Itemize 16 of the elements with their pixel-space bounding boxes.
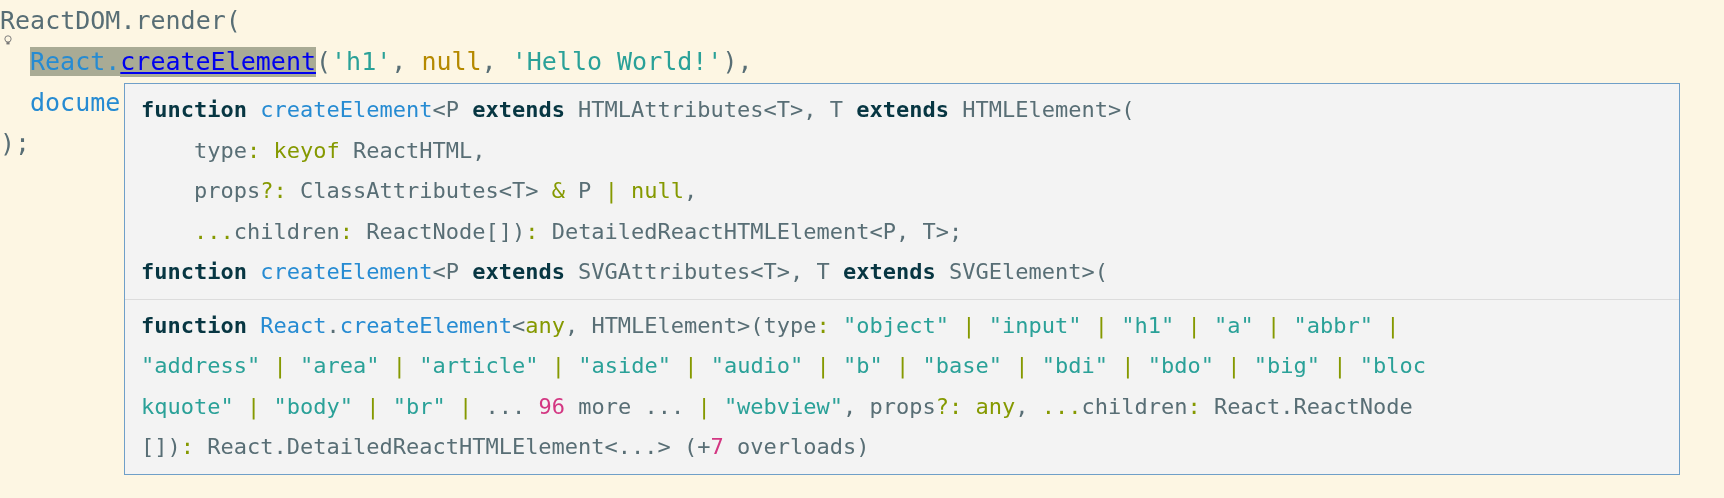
signature-line: function createElement<P extends HTMLAttributes<T>, T extends HTMLElement>( (141, 96, 1135, 124)
lightbulb-icon[interactable] (3, 35, 13, 46)
code-line: ); (0, 128, 31, 159)
detail-line: kquote" | "body" | "br" | ... 96 more ... | "webview", props?: any, ...children: React.ReactNode (141, 392, 1413, 422)
detail-line: "address" | "area" | "article" | "aside" | "audio" | "b" | "base" | "bdi" | "bdo" | "big" | "bloc (141, 352, 1427, 381)
code-text: ('h1', null, 'Hello World!'), (316, 46, 753, 77)
signature-line: function createElement<P extends SVGAttributes<T>, T extends SVGElement>( (141, 258, 1108, 286)
symbol-link[interactable]: createElement (120, 46, 316, 77)
code-line: ReactDOM.render( (0, 5, 241, 36)
signature-line: type: keyof ReactHTML, (192, 136, 486, 165)
signature-line: props?: ClassAttributes<T> & P | null, (192, 177, 698, 206)
code-text: React. (30, 46, 121, 77)
detail-line: function React.createElement<any, HTMLElement>(type: "object" | "input" | "h1" | "a" | "abbr" | (141, 311, 1400, 341)
signature-line: ...children: ReactNode[]): DetailedReactHTMLElement<P, T>; (192, 217, 963, 246)
code-line: docume (30, 87, 121, 118)
detail-line: []): React.DetailedReactHTMLElement<...> (+7 overloads) (141, 433, 870, 461)
